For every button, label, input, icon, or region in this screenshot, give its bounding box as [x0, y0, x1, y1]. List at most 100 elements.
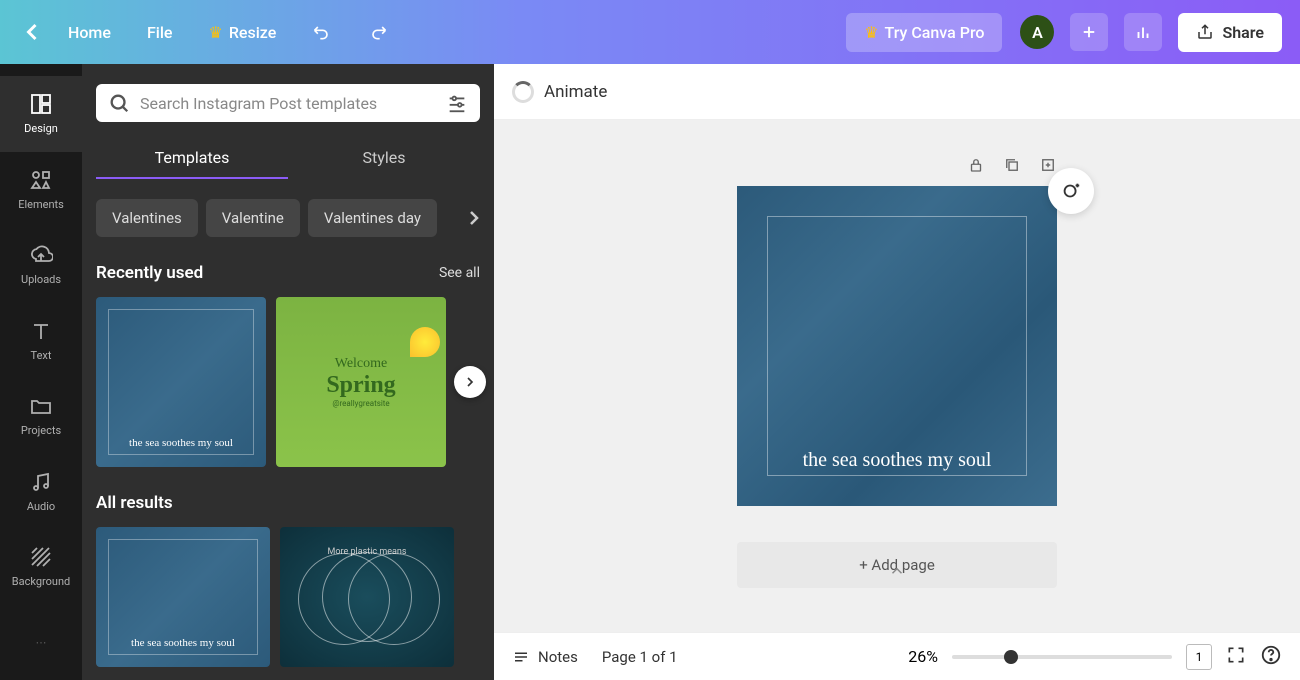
uploads-icon: [29, 243, 53, 267]
artboard-text[interactable]: the sea soothes my soul: [803, 449, 992, 472]
template-thumb-plastic[interactable]: More plastic means: [280, 527, 454, 667]
rail-background[interactable]: Background: [0, 529, 82, 605]
search-row: [96, 84, 480, 122]
zoom-value[interactable]: 26%: [908, 647, 938, 666]
chevron-left-icon: [18, 18, 46, 46]
rail-elements[interactable]: Elements: [0, 152, 82, 228]
share-icon: [1196, 23, 1214, 41]
canvas-area: Animate the sea soothes my soul + Add pa…: [494, 64, 1300, 680]
design-icon: [29, 92, 53, 116]
filter-icon[interactable]: [446, 92, 468, 114]
canvas-viewport[interactable]: the sea soothes my soul + Add page: [494, 120, 1300, 632]
chip-valentine[interactable]: Valentine: [206, 199, 300, 237]
animate-label: Animate: [544, 82, 607, 102]
insights-button[interactable]: [1124, 13, 1162, 51]
template-thumb-sea-2[interactable]: the sea soothes my soul: [96, 527, 270, 667]
projects-icon: [29, 394, 53, 418]
chip-row: Valentines Valentine Valentines day: [96, 199, 480, 237]
more-icon: ⋯: [29, 630, 53, 654]
duplicate-page-button[interactable]: [1003, 156, 1021, 178]
top-header: Home File ♛ Resize ♛ Try Canva Pro A Sha…: [0, 0, 1300, 64]
artboard[interactable]: the sea soothes my soul: [737, 186, 1057, 506]
search-icon: [108, 92, 130, 114]
help-button[interactable]: [1260, 644, 1282, 670]
crown-icon: ♛: [208, 23, 222, 42]
quick-add-fab[interactable]: [1048, 168, 1094, 214]
sparkle-plus-icon: [1060, 180, 1082, 202]
fullscreen-button[interactable]: [1226, 645, 1246, 669]
panel-tabs: Templates Styles: [96, 138, 480, 179]
tab-styles[interactable]: Styles: [288, 138, 480, 179]
zoom-slider[interactable]: [952, 655, 1172, 659]
rail-projects-label: Projects: [21, 424, 61, 437]
rail-audio[interactable]: Audio: [0, 454, 82, 530]
lock-page-button[interactable]: [967, 156, 985, 178]
rail-design[interactable]: Design: [0, 76, 82, 152]
recent-header: Recently used See all: [96, 263, 480, 283]
see-all-link[interactable]: See all: [439, 265, 480, 281]
undo-icon: [312, 22, 332, 42]
page-info[interactable]: Page 1 of 1: [602, 648, 678, 666]
redo-icon: [368, 22, 388, 42]
crown-icon: ♛: [864, 23, 878, 42]
pages-expand-handle[interactable]: [888, 562, 906, 584]
all-results-thumbs: the sea soothes my soul More plastic mea…: [96, 527, 480, 667]
rail-uploads[interactable]: Uploads: [0, 227, 82, 303]
try-pro-button[interactable]: ♛ Try Canva Pro: [846, 13, 1002, 52]
add-page-icon: [1039, 156, 1057, 174]
notes-button[interactable]: Notes: [512, 648, 578, 666]
header-left: Home File ♛ Resize: [18, 14, 402, 50]
chip-valentines-day[interactable]: Valentines day: [308, 199, 437, 237]
elements-icon: [29, 168, 53, 192]
rail-text-label: Text: [31, 349, 52, 362]
fullscreen-icon: [1226, 645, 1246, 665]
chevron-right-icon: [462, 374, 478, 390]
rail-design-label: Design: [24, 122, 58, 135]
templates-panel: Templates Styles Valentines Valentine Va…: [82, 64, 494, 680]
all-results-title: All results: [96, 493, 173, 513]
side-rail: Design Elements Uploads Text Projects Au…: [0, 64, 82, 680]
rail-uploads-label: Uploads: [21, 273, 61, 286]
notes-icon: [512, 648, 530, 666]
share-button[interactable]: Share: [1178, 13, 1282, 52]
search-input[interactable]: [140, 94, 436, 113]
template-thumb-sea[interactable]: the sea soothes my soul: [96, 297, 266, 467]
recent-scroll-right[interactable]: [454, 366, 486, 398]
share-label: Share: [1222, 23, 1264, 42]
flower-graphic: [410, 327, 440, 357]
rail-more[interactable]: ⋯: [0, 605, 82, 680]
audio-icon: [29, 470, 53, 494]
add-button[interactable]: [1070, 13, 1108, 51]
help-icon: [1260, 644, 1282, 666]
rings-graphic: [322, 552, 412, 642]
undo-button[interactable]: [298, 14, 346, 50]
home-link[interactable]: Home: [54, 15, 125, 50]
resize-label: Resize: [229, 23, 276, 42]
chart-icon: [1134, 23, 1152, 41]
chip-valentines[interactable]: Valentines: [96, 199, 198, 237]
chevron-up-icon: [888, 562, 906, 580]
chevron-right-icon: [462, 206, 486, 230]
rail-background-label: Background: [12, 575, 70, 588]
rail-text[interactable]: Text: [0, 303, 82, 379]
rail-projects[interactable]: Projects: [0, 378, 82, 454]
zoom-slider-knob[interactable]: [1004, 650, 1018, 664]
template-thumb-spring[interactable]: Welcome Spring @reallygreatsite: [276, 297, 446, 467]
animate-button[interactable]: Animate: [512, 81, 607, 103]
notes-label: Notes: [538, 648, 578, 666]
back-button[interactable]: [18, 18, 46, 46]
tab-templates[interactable]: Templates: [96, 138, 288, 179]
spring-t2: Spring: [326, 372, 395, 399]
avatar[interactable]: A: [1020, 15, 1054, 49]
page-indicator[interactable]: 1: [1186, 644, 1212, 670]
recent-title: Recently used: [96, 263, 203, 283]
rail-elements-label: Elements: [18, 198, 64, 211]
rail-audio-label: Audio: [27, 500, 55, 513]
zoom-controls: 26% 1: [908, 644, 1282, 670]
spring-t3: @reallygreatsite: [332, 399, 389, 408]
redo-button[interactable]: [354, 14, 402, 50]
resize-button[interactable]: ♛ Resize: [194, 15, 290, 50]
thumb-sea-text: the sea soothes my soul: [129, 437, 233, 449]
file-menu[interactable]: File: [133, 15, 187, 50]
chips-scroll-right[interactable]: [462, 206, 486, 230]
